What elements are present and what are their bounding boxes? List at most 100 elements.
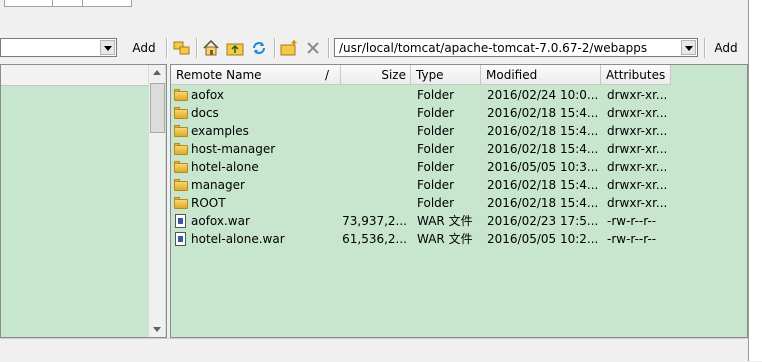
folder-icon (174, 107, 188, 119)
column-label-remote-name: Remote Name (176, 68, 262, 82)
folder-icon (174, 89, 188, 101)
cell-remote-name: hotel-alone.war (171, 230, 341, 248)
folder-icon (174, 179, 188, 191)
remote-path-combo[interactable]: /usr/local/tomcat/apache-tomcat-7.0.67-2… (334, 38, 698, 57)
local-list-header[interactable] (1, 65, 148, 86)
scroll-down-icon[interactable] (149, 321, 165, 337)
file-name: ROOT (191, 196, 226, 210)
cell-type: Folder (417, 88, 455, 102)
bottom-status-area (0, 338, 748, 362)
cell-attributes: drwxr-xr... (607, 106, 668, 120)
top-tab-fragment[interactable] (82, 0, 132, 7)
cell-remote-name: host-manager (171, 140, 341, 158)
top-tab-fragment[interactable] (52, 0, 84, 7)
column-label-attributes: Attributes (606, 68, 666, 82)
local-vertical-scrollbar[interactable] (149, 65, 165, 337)
file-name: examples (191, 124, 249, 138)
home-icon[interactable] (202, 39, 220, 57)
column-header-modified[interactable]: Modified (481, 65, 601, 85)
top-tab-fragment[interactable] (4, 0, 54, 7)
scroll-up-icon[interactable] (149, 65, 165, 81)
table-row[interactable]: docs Folder 2016/02/18 15:4... drwxr-xr... (171, 104, 747, 122)
toolbar-divider (196, 38, 198, 58)
local-file-panel[interactable] (0, 64, 167, 338)
new-folder-icon[interactable] (280, 39, 298, 57)
cell-type: WAR 文件 (417, 214, 473, 228)
path-toolbar: Add /usr/local/tomcat/apache-tomcat-7.0.… (0, 35, 748, 62)
cell-attributes: -rw-r--r-- (607, 232, 657, 246)
cell-size (341, 86, 407, 104)
table-row[interactable]: examples Folder 2016/02/18 15:4... drwxr-xr… (171, 122, 747, 140)
cell-attributes: drwxr-xr... (607, 124, 668, 138)
cell-attributes: drwxr-xr... (607, 160, 668, 174)
file-name: manager (191, 178, 245, 192)
local-path-combo[interactable] (0, 38, 117, 57)
cell-attributes: drwxr-xr... (607, 196, 668, 210)
war-file-icon (175, 214, 186, 228)
delete-icon[interactable] (304, 39, 322, 57)
folder-icon (174, 161, 188, 173)
column-label-modified: Modified (486, 68, 538, 82)
cell-remote-name: hotel-alone (171, 158, 341, 176)
cell-modified: 2016/02/18 15:4... (487, 178, 599, 192)
cell-type: Folder (417, 196, 455, 210)
cell-type: Folder (417, 106, 455, 120)
chevron-down-icon[interactable] (681, 40, 696, 55)
cell-type: Folder (417, 178, 455, 192)
table-row[interactable]: host-manager Folder 2016/02/18 15:4... drwx… (171, 140, 747, 158)
column-header-size[interactable]: Size (341, 65, 411, 85)
chevron-down-icon[interactable] (100, 40, 115, 55)
column-label-size: Size (381, 68, 406, 82)
cell-size (341, 158, 407, 176)
refresh-icon[interactable] (250, 39, 268, 57)
top-tab-strip (0, 0, 762, 8)
column-header-remote-name[interactable]: Remote Name / (171, 65, 341, 85)
parent-folder-icon[interactable] (226, 39, 244, 57)
folder-icon (174, 197, 188, 209)
column-header-attributes[interactable]: Attributes (601, 65, 671, 85)
war-file-icon (175, 232, 186, 246)
column-header-type[interactable]: Type (411, 65, 481, 85)
file-name: hotel-alone.war (191, 232, 285, 246)
folder-tree-icon[interactable] (173, 39, 191, 57)
cell-size (341, 140, 407, 158)
table-row[interactable]: manager Folder 2016/02/18 15:4... drwxr-xr.… (171, 176, 747, 194)
folder-icon (174, 143, 188, 155)
file-name: docs (191, 106, 219, 120)
folder-icon (174, 125, 188, 137)
toolbar-divider (274, 38, 276, 58)
cell-type: Folder (417, 160, 455, 174)
table-row[interactable]: hotel-alone Folder 2016/05/05 10:3... drwxr… (171, 158, 747, 176)
cell-modified: 2016/02/18 15:4... (487, 106, 599, 120)
cell-size: 61,536,2... (342, 232, 407, 246)
cell-remote-name: manager (171, 176, 341, 194)
toolbar-divider (328, 38, 330, 58)
table-row[interactable]: aofox.war 73,937,2... WAR 文件 2016/02/23 17:… (171, 212, 747, 230)
cell-attributes: drwxr-xr... (607, 142, 668, 156)
remote-add-button[interactable]: Add (708, 38, 744, 58)
cell-attributes: drwxr-xr... (607, 88, 668, 102)
remote-path-value: /usr/local/tomcat/apache-tomcat-7.0.67-2… (339, 41, 648, 55)
file-name: hotel-alone (191, 160, 259, 174)
table-row[interactable]: hotel-alone.war 61,536,2... WAR 文件 2016/05/… (171, 230, 747, 248)
toolbar-divider (704, 38, 706, 58)
cell-size (341, 104, 407, 122)
cell-attributes: -rw-r--r-- (607, 214, 657, 228)
sort-indicator-icon: / (325, 68, 330, 82)
cell-remote-name: ROOT (171, 194, 341, 212)
cell-size (341, 194, 407, 212)
table-row[interactable]: ROOT Folder 2016/02/18 15:4... drwxr-xr... (171, 194, 747, 212)
file-name: host-manager (191, 142, 276, 156)
column-label-type: Type (416, 68, 444, 82)
cell-modified: 2016/02/18 15:4... (487, 124, 599, 138)
remote-file-panel[interactable]: Remote Name / Size Type Modified Attribu… (170, 64, 748, 338)
local-add-button[interactable]: Add (126, 38, 162, 58)
cell-modified: 2016/05/05 10:2... (487, 232, 599, 246)
cell-remote-name: docs (171, 104, 341, 122)
cell-size (341, 122, 407, 140)
cell-remote-name: aofox.war (171, 212, 341, 230)
table-row[interactable]: aofox Folder 2016/02/24 10:0... drwxr-xr... (171, 86, 747, 104)
cell-attributes: drwxr-xr... (607, 178, 668, 192)
scroll-thumb[interactable] (150, 83, 165, 133)
cell-modified: 2016/02/18 15:4... (487, 142, 599, 156)
